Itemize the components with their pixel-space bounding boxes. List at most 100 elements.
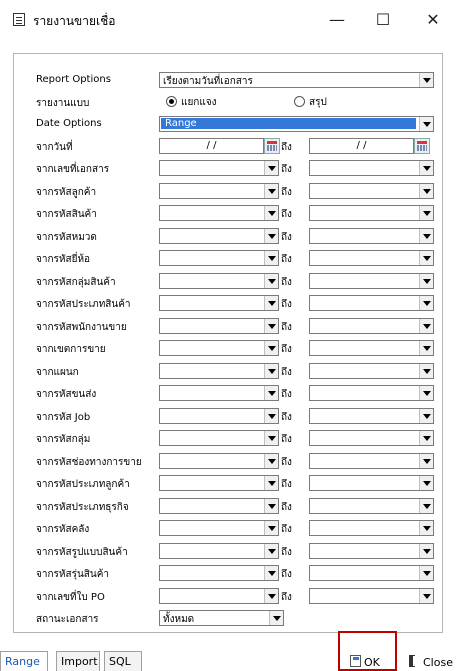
close-button[interactable]: Close bbox=[409, 653, 457, 671]
range-from-select[interactable] bbox=[159, 520, 279, 536]
calendar-icon[interactable] bbox=[264, 138, 280, 154]
chevron-down-icon[interactable] bbox=[419, 73, 433, 87]
range-from-select[interactable] bbox=[159, 363, 279, 379]
range-to-select[interactable] bbox=[309, 363, 434, 379]
range-from-select[interactable] bbox=[159, 543, 279, 559]
ok-button[interactable]: OK bbox=[350, 653, 390, 671]
chevron-down-icon[interactable] bbox=[419, 499, 433, 513]
range-to-select[interactable] bbox=[309, 318, 434, 334]
chevron-down-icon[interactable] bbox=[419, 296, 433, 310]
chevron-down-icon[interactable] bbox=[264, 296, 278, 310]
range-from-select[interactable] bbox=[159, 588, 279, 604]
chevron-down-icon[interactable] bbox=[264, 566, 278, 580]
range-to-select[interactable] bbox=[309, 430, 434, 446]
chevron-down-icon[interactable] bbox=[419, 341, 433, 355]
chevron-down-icon[interactable] bbox=[419, 454, 433, 468]
chevron-down-icon[interactable] bbox=[264, 386, 278, 400]
chevron-down-icon[interactable] bbox=[264, 409, 278, 423]
chevron-down-icon[interactable] bbox=[419, 161, 433, 175]
range-from-select[interactable] bbox=[159, 318, 279, 334]
chevron-down-icon[interactable] bbox=[264, 229, 278, 243]
range-to-select[interactable] bbox=[309, 295, 434, 311]
chevron-down-icon[interactable] bbox=[419, 431, 433, 445]
chevron-down-icon[interactable] bbox=[419, 319, 433, 333]
chevron-down-icon[interactable] bbox=[419, 409, 433, 423]
radio-dot-icon[interactable] bbox=[294, 96, 305, 107]
radio-dot-icon[interactable] bbox=[166, 96, 177, 107]
range-from-select[interactable] bbox=[159, 205, 279, 221]
close-window-button[interactable]: ✕ bbox=[418, 8, 448, 32]
range-from-select[interactable] bbox=[159, 160, 279, 176]
chevron-down-icon[interactable] bbox=[419, 184, 433, 198]
range-to-select[interactable] bbox=[309, 498, 434, 514]
from-date-input[interactable]: / / bbox=[159, 138, 264, 154]
chevron-down-icon[interactable] bbox=[264, 544, 278, 558]
chevron-down-icon[interactable] bbox=[264, 251, 278, 265]
range-from-select[interactable] bbox=[159, 340, 279, 356]
range-from-select[interactable] bbox=[159, 228, 279, 244]
tab-import[interactable]: Import bbox=[56, 651, 100, 671]
report-options-select[interactable]: เรียงตามวันที่เอกสาร bbox=[159, 72, 434, 88]
chevron-down-icon[interactable] bbox=[419, 544, 433, 558]
chevron-down-icon[interactable] bbox=[419, 364, 433, 378]
range-from-select[interactable] bbox=[159, 430, 279, 446]
chevron-down-icon[interactable] bbox=[419, 521, 433, 535]
chevron-down-icon[interactable] bbox=[419, 206, 433, 220]
chevron-down-icon[interactable] bbox=[264, 364, 278, 378]
range-from-select[interactable] bbox=[159, 250, 279, 266]
minimize-button[interactable]: — bbox=[322, 8, 352, 32]
tab-sql[interactable]: SQL bbox=[104, 651, 142, 671]
range-to-select[interactable] bbox=[309, 565, 434, 581]
to-date-input[interactable]: / / bbox=[309, 138, 414, 154]
chevron-down-icon[interactable] bbox=[419, 566, 433, 580]
range-from-select[interactable] bbox=[159, 565, 279, 581]
range-from-select[interactable] bbox=[159, 273, 279, 289]
chevron-down-icon[interactable] bbox=[419, 386, 433, 400]
chevron-down-icon[interactable] bbox=[264, 274, 278, 288]
chevron-down-icon[interactable] bbox=[419, 476, 433, 490]
chevron-down-icon[interactable] bbox=[264, 206, 278, 220]
range-to-select[interactable] bbox=[309, 588, 434, 604]
range-from-select[interactable] bbox=[159, 498, 279, 514]
range-to-select[interactable] bbox=[309, 183, 434, 199]
range-from-select[interactable] bbox=[159, 475, 279, 491]
range-from-select[interactable] bbox=[159, 183, 279, 199]
range-to-select[interactable] bbox=[309, 340, 434, 356]
chevron-down-icon[interactable] bbox=[264, 184, 278, 198]
maximize-button[interactable]: ☐ bbox=[368, 8, 398, 32]
chevron-down-icon[interactable] bbox=[419, 229, 433, 243]
chevron-down-icon[interactable] bbox=[419, 251, 433, 265]
range-from-select[interactable] bbox=[159, 408, 279, 424]
range-from-select[interactable] bbox=[159, 453, 279, 469]
chevron-down-icon[interactable] bbox=[419, 589, 433, 603]
range-to-select[interactable] bbox=[309, 385, 434, 401]
chevron-down-icon[interactable] bbox=[264, 521, 278, 535]
chevron-down-icon[interactable] bbox=[269, 611, 283, 625]
range-to-select[interactable] bbox=[309, 273, 434, 289]
range-to-select[interactable] bbox=[309, 228, 434, 244]
chevron-down-icon[interactable] bbox=[264, 589, 278, 603]
range-to-select[interactable] bbox=[309, 543, 434, 559]
tab-range[interactable]: Range bbox=[0, 651, 48, 671]
range-from-select[interactable] bbox=[159, 385, 279, 401]
chevron-down-icon[interactable] bbox=[264, 454, 278, 468]
radio-summary[interactable]: สรุป bbox=[294, 95, 374, 109]
range-to-select[interactable] bbox=[309, 205, 434, 221]
range-to-select[interactable] bbox=[309, 250, 434, 266]
chevron-down-icon[interactable] bbox=[419, 274, 433, 288]
range-to-select[interactable] bbox=[309, 520, 434, 536]
chevron-down-icon[interactable] bbox=[264, 341, 278, 355]
chevron-down-icon[interactable] bbox=[264, 319, 278, 333]
range-to-select[interactable] bbox=[309, 475, 434, 491]
range-to-select[interactable] bbox=[309, 453, 434, 469]
chevron-down-icon[interactable] bbox=[264, 431, 278, 445]
date-options-select[interactable]: Range bbox=[159, 116, 434, 132]
chevron-down-icon[interactable] bbox=[264, 161, 278, 175]
chevron-down-icon[interactable] bbox=[419, 117, 433, 131]
calendar-icon[interactable] bbox=[414, 138, 430, 154]
chevron-down-icon[interactable] bbox=[264, 499, 278, 513]
radio-detail[interactable]: แยกแจง bbox=[166, 95, 246, 109]
range-to-select[interactable] bbox=[309, 160, 434, 176]
range-from-select[interactable] bbox=[159, 295, 279, 311]
chevron-down-icon[interactable] bbox=[264, 476, 278, 490]
